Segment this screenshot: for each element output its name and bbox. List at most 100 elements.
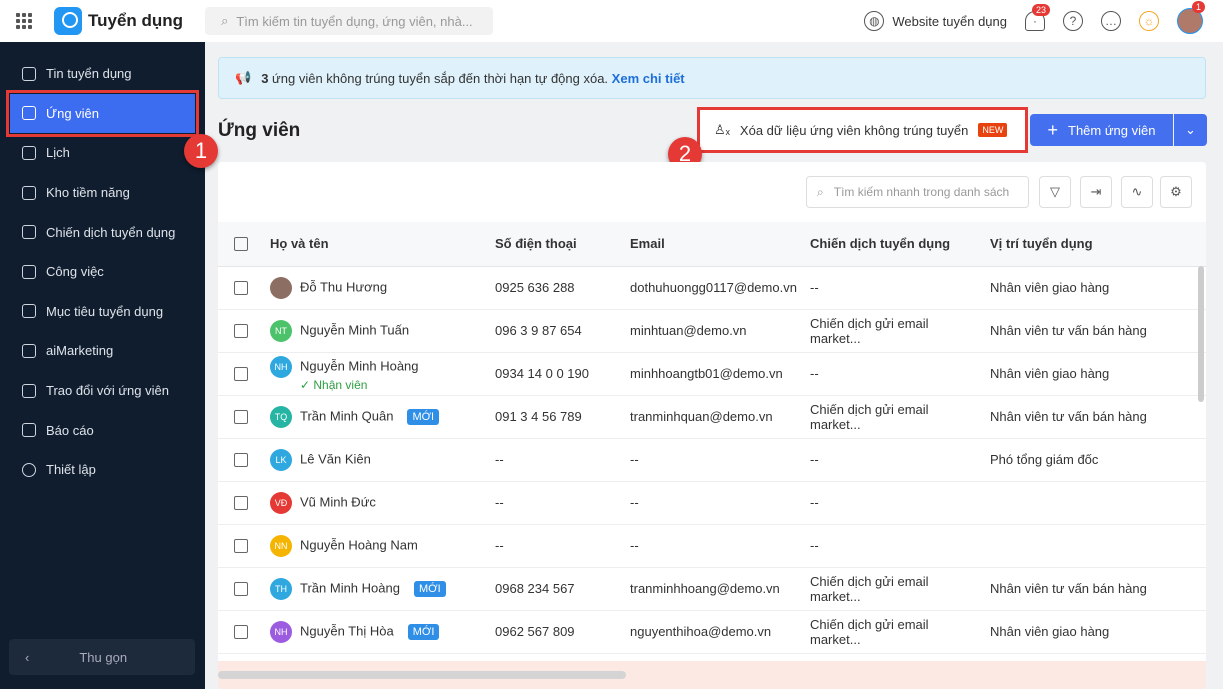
sidebar-item-calendar[interactable]: Lịch xyxy=(0,133,205,173)
name-cell[interactable]: NH Nguyễn Minh Hoàng ✓ Nhận viên xyxy=(262,352,487,396)
row-checkbox[interactable] xyxy=(234,409,248,424)
row-select-cell xyxy=(218,567,262,611)
email-cell: nguyenthihoa@demo.vn xyxy=(622,610,802,654)
label: Kho tiềm năng xyxy=(46,185,130,201)
col-position[interactable]: Vị trí tuyển dụng xyxy=(982,222,1206,267)
row-checkbox[interactable] xyxy=(234,495,248,510)
settings-button[interactable]: ⚙ xyxy=(1160,176,1192,208)
activity-button[interactable]: ∿ xyxy=(1121,176,1153,208)
app-grid-icon[interactable] xyxy=(16,13,32,29)
select-all-checkbox[interactable] xyxy=(234,236,248,251)
report-icon xyxy=(22,423,36,438)
user-remove-icon: ♙ₓ xyxy=(714,122,730,137)
users-icon xyxy=(22,106,36,121)
table-row[interactable]: NT Nguyễn Minh Tuấn 096 3 9 87 654 minhtu… xyxy=(218,309,1206,353)
col-name[interactable]: Họ và tên xyxy=(262,222,487,267)
row-checkbox[interactable] xyxy=(234,452,248,467)
sidebar-item-settings[interactable]: Thiết lập xyxy=(0,450,205,490)
bell-icon[interactable]: · 23 xyxy=(1025,4,1051,31)
export-button[interactable]: ⇥ xyxy=(1080,176,1112,208)
row-checkbox[interactable] xyxy=(234,581,248,596)
email-cell: minhhoangtb01@demo.vn xyxy=(622,352,802,396)
avatar: NT xyxy=(270,319,292,342)
chevron-left-icon: ‹ xyxy=(25,649,30,665)
vertical-scrollbar[interactable] xyxy=(1198,266,1204,402)
candidate-name[interactable]: Trần Minh Hoàng xyxy=(300,580,400,595)
phone-cell: 0934 14 0 0 190 xyxy=(487,352,622,396)
chat-icon xyxy=(22,383,36,398)
quick-search-input[interactable]: ⌕ Tìm kiếm nhanh trong danh sách xyxy=(806,176,1029,208)
candidate-name[interactable]: Nguyễn Minh Tuấn xyxy=(300,322,409,337)
name-cell[interactable]: LK Lê Văn Kiên xyxy=(262,438,487,482)
sidebar-item-reports[interactable]: Báo cáo xyxy=(0,410,205,450)
sidebar-item-messages[interactable]: Trao đổi với ứng viên xyxy=(0,371,205,411)
candidate-name[interactable]: Nguyễn Hoàng Nam xyxy=(300,537,418,552)
avatar: NH xyxy=(270,620,292,643)
candidate-name[interactable]: Nguyễn Minh Hoàng xyxy=(300,358,419,373)
row-select-cell xyxy=(218,309,262,353)
delete-rejected-candidates-button[interactable]: ♙ₓ Xóa dữ liệu ứng viên không trúng tuyển… xyxy=(697,107,1028,153)
row-checkbox[interactable] xyxy=(234,366,248,381)
label: Mục tiêu tuyển dụng xyxy=(46,303,164,319)
brand-title: Tuyển dụng xyxy=(88,11,184,30)
candidate-table: Họ và tên Số điện thoại Email Chiến dịch… xyxy=(218,222,1206,654)
name-cell[interactable]: NN Nguyễn Hoàng Nam xyxy=(262,524,487,568)
avatar[interactable]: 1 xyxy=(1177,1,1206,34)
notice-banner: 📢 3 ứng viên không trúng tuyển sắp đến t… xyxy=(218,57,1206,99)
phone-cell: 0962 567 809 xyxy=(487,610,622,654)
more-icon[interactable]: … xyxy=(1101,11,1121,31)
table-row[interactable]: VĐ Vũ Minh Đức -- -- -- xyxy=(218,481,1206,525)
candidate-name[interactable]: Trần Minh Quân xyxy=(300,408,393,423)
table-header: Họ và tên Số điện thoại Email Chiến dịch… xyxy=(218,222,1206,267)
add-dropdown-button[interactable]: ⌄ xyxy=(1174,114,1207,146)
name-cell[interactable]: NT Nguyễn Minh Tuấn xyxy=(262,309,487,353)
view-details-link[interactable]: Xem chi tiết xyxy=(612,71,685,86)
label: aiMarketing xyxy=(46,343,114,359)
row-checkbox[interactable] xyxy=(234,538,248,553)
sun-icon[interactable]: ☼ xyxy=(1139,11,1159,31)
name-cell[interactable]: TH Trần Minh Hoàng MỚI xyxy=(262,567,487,611)
collapse-sidebar-button[interactable]: ‹ Thu gọn xyxy=(9,639,195,675)
table-row[interactable]: NH Nguyễn Minh Hoàng ✓ Nhận viên 0934 14 0… xyxy=(218,352,1206,396)
sidebar-item-talent-pool[interactable]: Kho tiềm năng xyxy=(0,173,205,213)
sidebar-item-aimarketing[interactable]: aiMarketing xyxy=(0,331,205,371)
candidate-name[interactable]: Nguyễn Thị Hòa xyxy=(300,623,394,638)
row-checkbox[interactable] xyxy=(234,280,248,295)
plus-icon: + xyxy=(1047,119,1059,140)
table-row[interactable]: Đỗ Thu Hương 0925 636 288 dothuhuongg011… xyxy=(218,266,1206,310)
job-icon xyxy=(22,66,36,81)
sidebar-item-jobs[interactable]: Tin tuyển dụng xyxy=(0,54,205,94)
row-checkbox[interactable] xyxy=(234,624,248,639)
row-select-cell xyxy=(218,481,262,525)
sidebar-item-campaigns[interactable]: Chiến dịch tuyển dụng xyxy=(0,212,205,252)
horizontal-scrollbar[interactable] xyxy=(218,671,626,679)
name-cell[interactable]: VĐ Vũ Minh Đức xyxy=(262,481,487,525)
sidebar-item-tasks[interactable]: Công việc xyxy=(0,252,205,292)
candidate-name[interactable]: Lê Văn Kiên xyxy=(300,451,371,466)
name-cell[interactable]: NH Nguyễn Thị Hòa MỚI xyxy=(262,610,487,654)
table-row[interactable]: TH Trần Minh Hoàng MỚI 0968 234 567 tranmi… xyxy=(218,567,1206,611)
help-icon[interactable]: ? xyxy=(1063,11,1083,31)
candidate-name[interactable]: Đỗ Thu Hương xyxy=(300,279,387,294)
sidebar-item-goals[interactable]: Mục tiêu tuyển dụng xyxy=(0,292,205,332)
website-link[interactable]: ◍ Website tuyển dụng xyxy=(864,11,1007,31)
name-cell[interactable]: TQ Trần Minh Quân MỚI xyxy=(262,395,487,439)
campaign-cell: -- xyxy=(802,481,982,525)
col-campaign[interactable]: Chiến dịch tuyển dụng xyxy=(802,222,982,267)
sidebar-item-candidates[interactable]: Ứng viên xyxy=(6,89,199,138)
candidate-name[interactable]: Vũ Minh Đức xyxy=(300,494,376,509)
add-candidate-button[interactable]: + Thêm ứng viên xyxy=(1030,114,1173,146)
table-row[interactable]: TQ Trần Minh Quân MỚI 091 3 4 56 789 tranm… xyxy=(218,395,1206,439)
position-cell: Nhân viên giao hàng xyxy=(982,352,1206,396)
col-email[interactable]: Email xyxy=(622,222,802,267)
table-row[interactable]: LK Lê Văn Kiên -- -- -- Phó tổng giám đốc xyxy=(218,438,1206,482)
table-row[interactable]: NH Nguyễn Thị Hòa MỚI 0962 567 809 nguyent… xyxy=(218,610,1206,654)
name-cell[interactable]: Đỗ Thu Hương xyxy=(262,266,487,310)
calendar-icon xyxy=(22,145,36,160)
filter-button[interactable]: ▽ xyxy=(1039,176,1071,208)
row-checkbox[interactable] xyxy=(234,323,248,338)
avatar: TQ xyxy=(270,405,292,428)
global-search-input[interactable]: ⌕ Tìm kiếm tin tuyển dụng, ứng viên, nhà.… xyxy=(205,7,494,35)
col-phone[interactable]: Số điện thoại xyxy=(487,222,622,267)
table-row[interactable]: NN Nguyễn Hoàng Nam -- -- -- xyxy=(218,524,1206,568)
